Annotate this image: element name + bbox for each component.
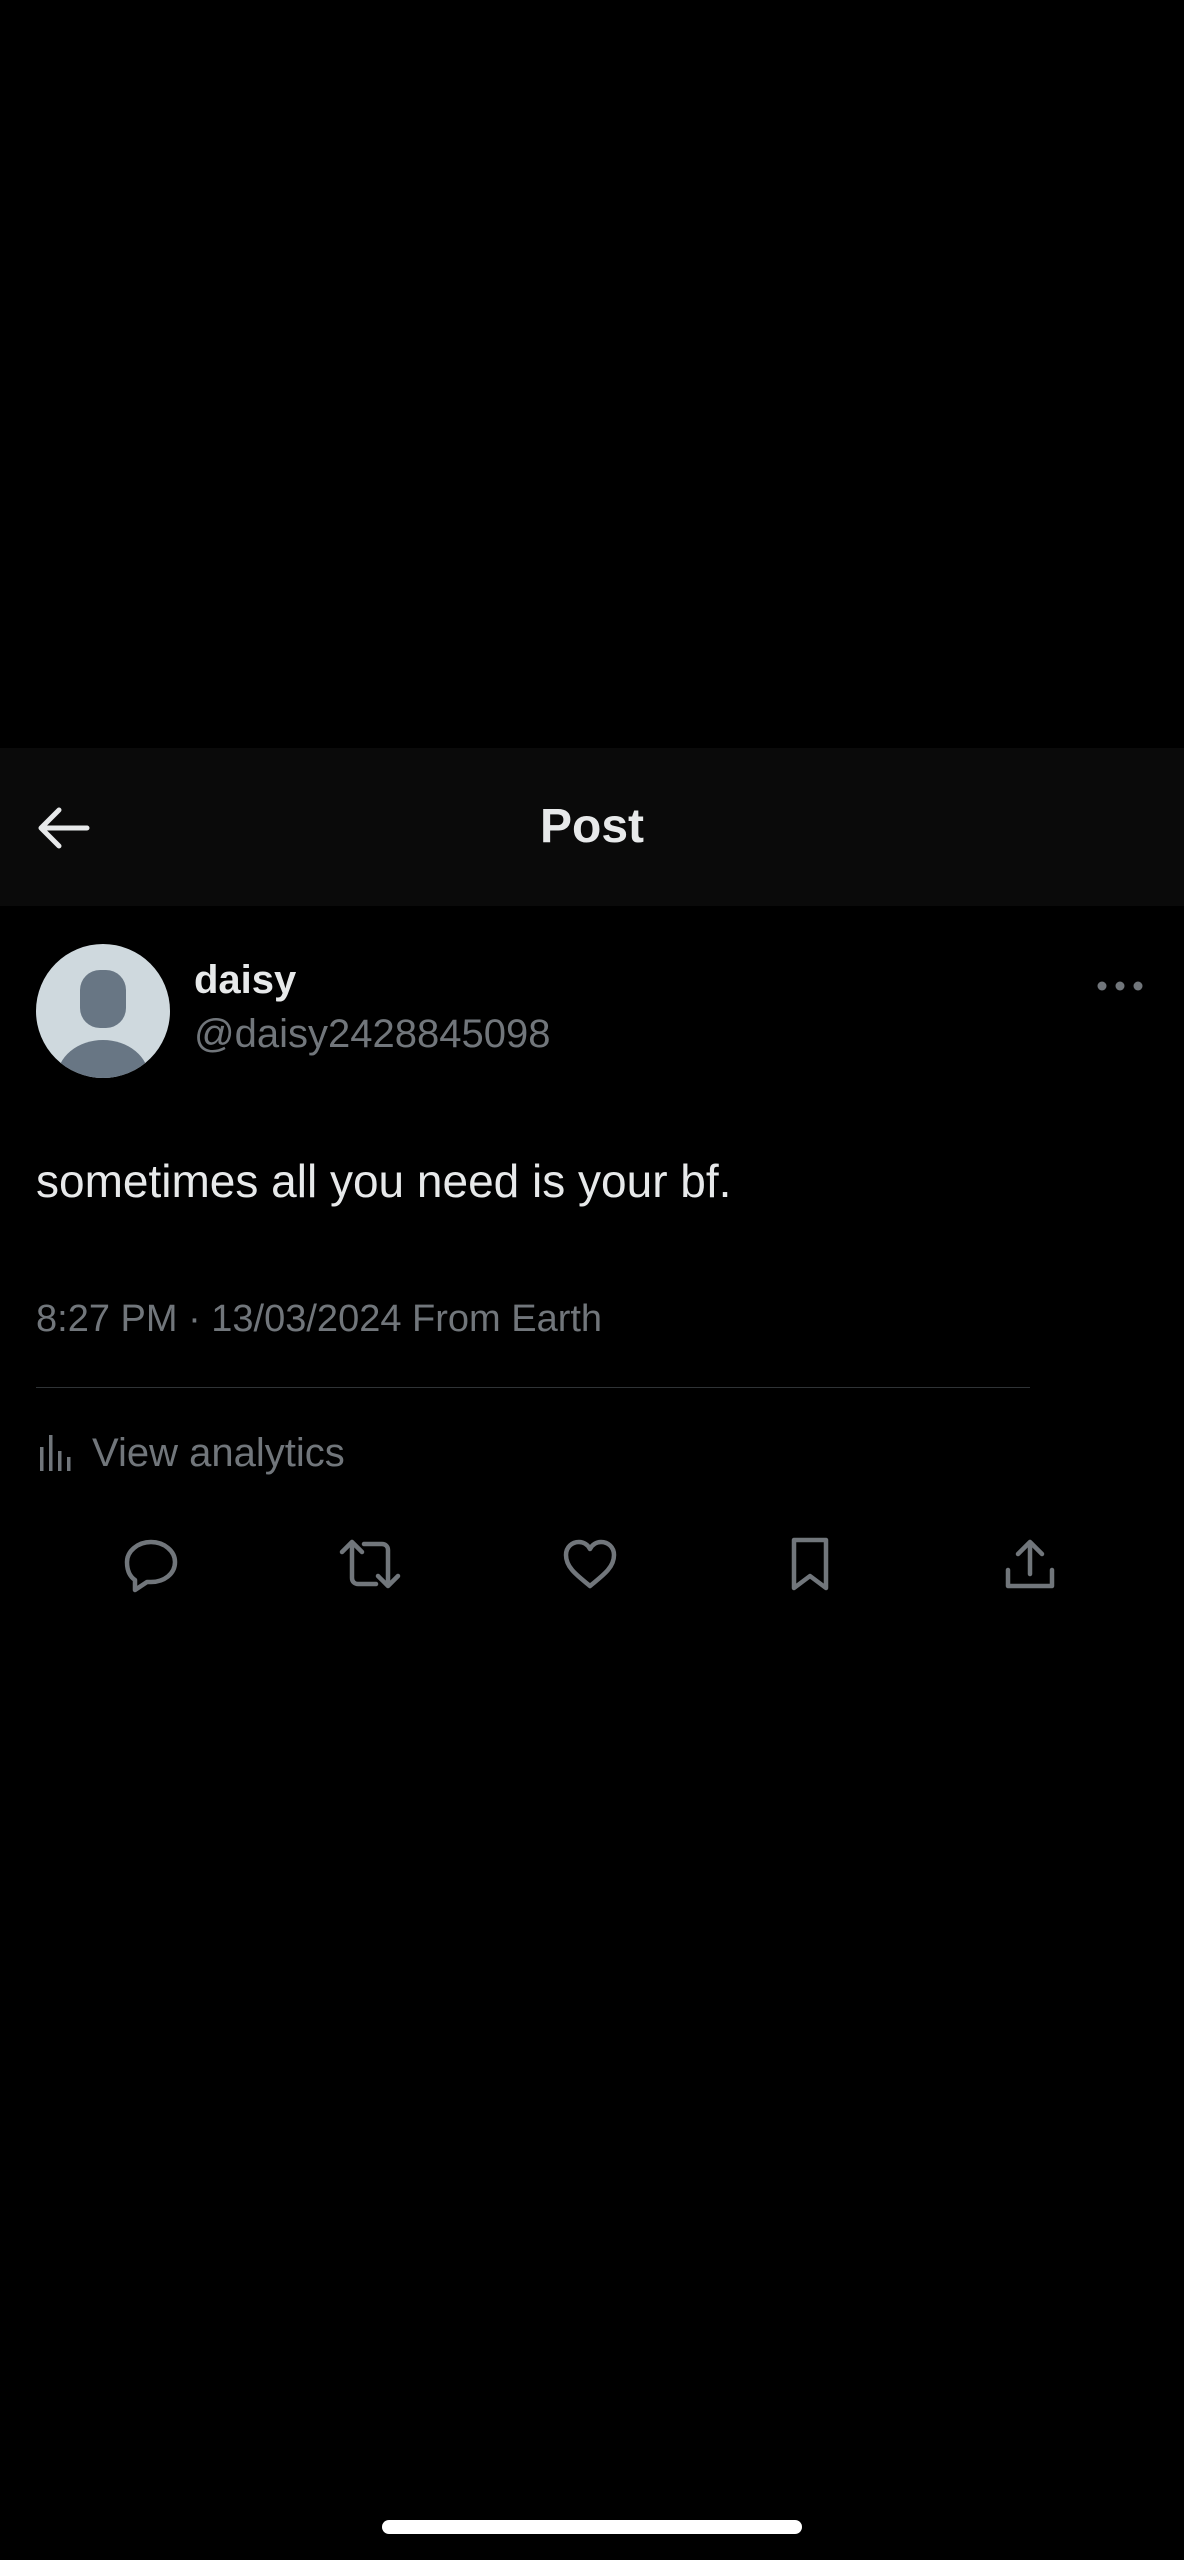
like-button[interactable] — [550, 1524, 630, 1604]
bookmark-icon — [791, 1537, 829, 1591]
repost-button[interactable] — [330, 1524, 410, 1604]
divider — [36, 1387, 1030, 1388]
post-screen: Post daisy @daisy2428845098 sometimes al… — [0, 0, 1184, 2560]
view-analytics-label: View analytics — [92, 1430, 345, 1475]
view-analytics-button[interactable]: View analytics — [36, 1418, 345, 1488]
repost-icon — [339, 1539, 401, 1589]
author-handle[interactable]: @daisy2428845098 — [194, 1012, 550, 1057]
post-header: Post — [0, 748, 1184, 906]
more-options-button[interactable] — [1090, 966, 1150, 1006]
blank-area — [0, 0, 1184, 748]
avatar[interactable] — [36, 944, 170, 1078]
analytics-icon — [40, 1435, 71, 1471]
action-bar — [0, 1506, 1184, 1606]
post-text: sometimes all you need is your bf. — [36, 1155, 732, 1207]
page-title: Post — [539, 800, 644, 853]
arrow-left-icon — [38, 807, 90, 849]
author-display-name[interactable]: daisy — [194, 958, 296, 1003]
more-horizontal-icon — [1097, 981, 1143, 991]
reply-icon — [124, 1539, 178, 1593]
share-button[interactable] — [990, 1524, 1070, 1604]
bookmark-button[interactable] — [770, 1524, 850, 1604]
share-icon — [1005, 1539, 1055, 1589]
post-timestamp: 8:27 PM · 13/03/2024 From Earth — [36, 1298, 603, 1340]
home-indicator[interactable] — [382, 2520, 802, 2534]
back-button[interactable] — [28, 788, 98, 868]
default-avatar-icon — [57, 970, 149, 1078]
heart-icon — [563, 1539, 617, 1589]
reply-button[interactable] — [111, 1524, 191, 1604]
